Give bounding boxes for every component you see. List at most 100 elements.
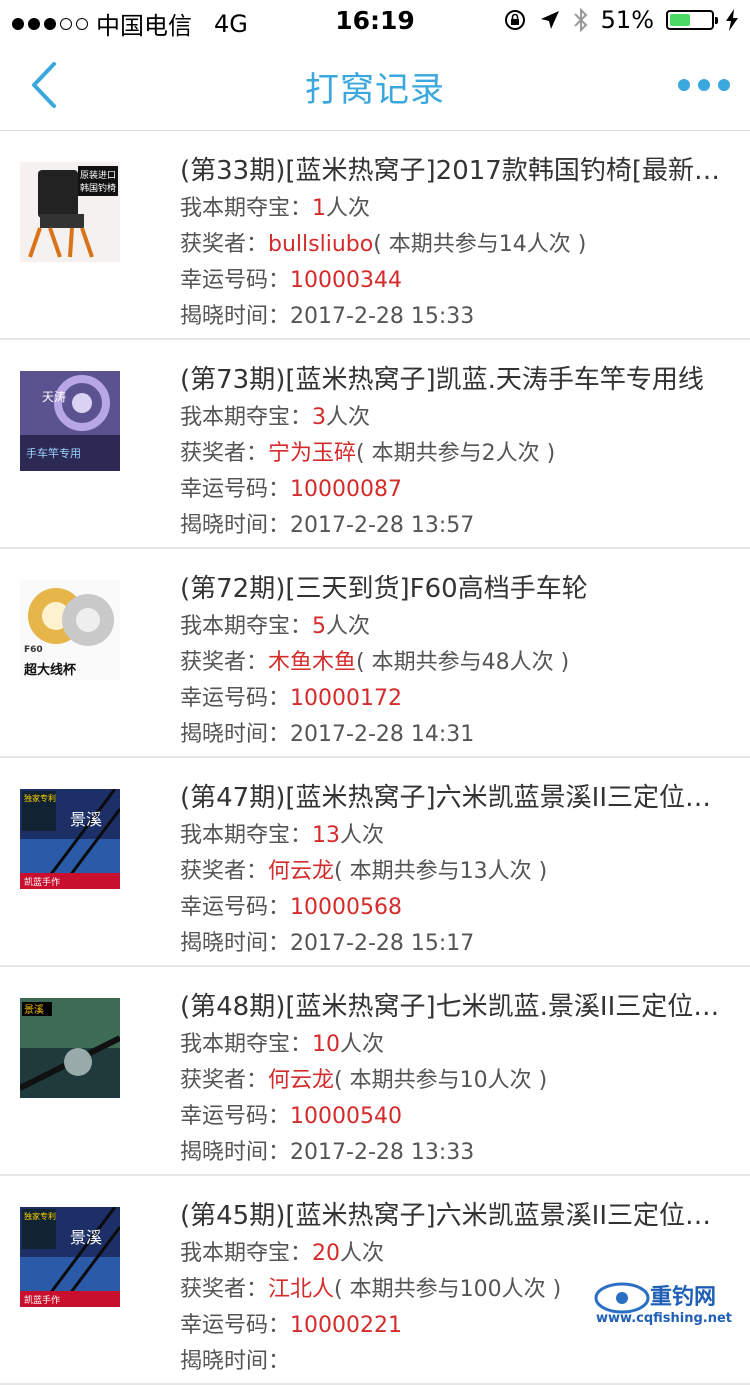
participation-label: 我本期夺宝： [180,196,313,221]
page-title: 打窝记录 [305,70,445,110]
participation-label: 我本期夺宝： [180,1032,313,1057]
product-thumbnail[interactable]: F60 超大线杯 [20,580,120,680]
participation-label: 我本期夺宝： [180,1241,313,1266]
participation-count: 5 [312,614,327,639]
winner-name[interactable]: 江北人 [268,1277,334,1302]
lucky-number: 10000172 [290,686,402,711]
list-item[interactable]: 独家专利 景溪 凯蓝手作 (第47期)[蓝米热窝子]六米凯蓝景溪II三定位手竿 … [0,758,750,967]
more-dots-icon [678,79,690,91]
thumb-text: 超大线杯 [24,662,77,678]
reveal-time: 2017-2-28 15:17 [290,931,475,956]
product-thumbnail[interactable]: 原装进口 韩国钓椅 [20,162,120,262]
bluetooth-icon [573,7,588,33]
product-thumbnail[interactable]: 独家专利 景溪 凯蓝手作 [20,789,120,889]
status-bar: 中国电信 4G 16:19 51% [0,0,750,40]
location-arrow-icon [540,11,559,29]
winner-name[interactable]: 何云龙 [268,1068,334,1093]
lucky-number: 10000221 [290,1313,402,1338]
participation-row: 我本期夺宝：1人次 [180,191,720,227]
reveal-time-row: 揭晓时间： [180,1344,720,1380]
lucky-number-row: 幸运号码：10000344 [180,263,720,299]
reveal-time: 2017-2-28 13:57 [290,513,475,538]
participation-row: 我本期夺宝：5人次 [180,609,720,645]
item-info: (第73期)[蓝米热窝子]凯蓝.天涛手车竿专用线 我本期夺宝：3人次 获奖者：宁… [180,360,720,544]
winner-label: 获奖者： [180,859,269,884]
lucky-number-row: 幸运号码：10000540 [180,1099,720,1135]
winner-name[interactable]: bullsliubo [268,232,373,257]
participation-unit: 人次 [326,614,371,639]
list-item[interactable]: 原装进口 韩国钓椅 (第33期)[蓝米热窝子]2017款韩国钓椅[最新款] 我本… [0,131,750,340]
item-info: (第47期)[蓝米热窝子]六米凯蓝景溪II三定位手竿 我本期夺宝：13人次 获奖… [180,778,720,962]
list-item[interactable]: 天涛 手车竿专用 (第73期)[蓝米热窝子]凯蓝.天涛手车竿专用线 我本期夺宝：… [0,340,750,549]
lucky-number-label: 幸运号码： [180,686,291,711]
thumb-text: 独家专利 [24,793,56,803]
item-title: (第73期)[蓝米热窝子]凯蓝.天涛手车竿专用线 [180,365,704,395]
winner-row: 获奖者：宁为玉碎( 本期共参与2人次 ) [180,436,720,472]
product-thumbnail[interactable]: 景溪 [20,998,120,1098]
watermark-logo-icon: 重钓网 www.cqfishing.net [594,1282,732,1326]
reveal-time-label: 揭晓时间： [180,722,291,747]
thumb-text: 凯蓝手作 [24,876,60,888]
watermark-name: 重钓网 [650,1284,716,1310]
winner-row: 获奖者：何云龙( 本期共参与13人次 ) [180,854,720,890]
item-title: (第33期)[蓝米热窝子]2017款韩国钓椅[最新款] [180,156,720,186]
list-item[interactable]: 景溪 (第48期)[蓝米热窝子]七米凯蓝.景溪II三定位手竿 我本期夺宝：10人… [0,967,750,1176]
winner-row: 获奖者：木鱼木鱼( 本期共参与48人次 ) [180,645,720,681]
participation-row: 我本期夺宝：13人次 [180,818,720,854]
lucky-number-label: 幸运号码： [180,1104,291,1129]
more-button[interactable] [678,70,730,100]
participation-unit: 人次 [326,196,371,221]
lucky-number: 10000344 [290,268,402,293]
winner-note: ( 本期共参与100人次 ) [334,1277,562,1302]
winner-note: ( 本期共参与2人次 ) [356,441,556,466]
orientation-lock-icon [504,10,525,30]
participation-label: 我本期夺宝： [180,405,313,430]
winner-label: 获奖者： [180,441,269,466]
winner-name[interactable]: 宁为玉碎 [268,441,356,466]
thumb-text: 景溪 [70,810,102,829]
participation-label: 我本期夺宝： [180,823,313,848]
thumb-text: 韩国钓椅 [80,182,116,194]
lucky-number-label: 幸运号码： [180,268,291,293]
watermark-url: www.cqfishing.net [596,1311,732,1326]
lucky-number-label: 幸运号码： [180,477,291,502]
thumb-text: F60 [24,645,43,655]
charging-bolt-icon [726,9,738,31]
thumb-text: 天涛 [42,389,66,404]
thumb-text: 景溪 [70,1228,102,1247]
item-title: (第72期)[三天到货]F60高档手车轮 [180,574,588,604]
lucky-number: 10000540 [290,1104,402,1129]
winner-name[interactable]: 木鱼木鱼 [268,650,356,675]
item-title: (第45期)[蓝米热窝子]六米凯蓝景溪II三定位手竿 [180,1201,720,1231]
battery-icon [666,10,718,30]
winner-note: ( 本期共参与48人次 ) [356,650,570,675]
product-thumbnail[interactable]: 独家专利 景溪 凯蓝手作 [20,1207,120,1307]
lucky-number-label: 幸运号码： [180,1313,291,1338]
thumb-text: 手车竿专用 [26,446,81,460]
item-info: (第33期)[蓝米热窝子]2017款韩国钓椅[最新款] 我本期夺宝：1人次 获奖… [180,151,720,335]
participation-unit: 人次 [340,823,385,848]
navigation-bar: 打窝记录 [0,40,750,131]
winner-name[interactable]: 何云龙 [268,859,334,884]
thumb-text: 凯蓝手作 [24,1294,60,1306]
winner-row: 获奖者：bullsliubo( 本期共参与14人次 ) [180,227,720,263]
reveal-time: 2017-2-28 13:33 [290,1140,475,1165]
list-item[interactable]: F60 超大线杯 (第72期)[三天到货]F60高档手车轮 我本期夺宝：5人次 … [0,549,750,758]
participation-row: 我本期夺宝：3人次 [180,400,720,436]
thumb-text: 独家专利 [24,1211,56,1221]
reveal-time-row: 揭晓时间：2017-2-28 13:57 [180,508,720,544]
participation-count: 13 [312,823,341,848]
winner-row: 获奖者：何云龙( 本期共参与10人次 ) [180,1063,720,1099]
lucky-number: 10000087 [290,477,402,502]
site-watermark: 重钓网 www.cqfishing.net [592,1276,742,1326]
reveal-time-row: 揭晓时间：2017-2-28 15:33 [180,299,720,335]
participation-count: 20 [312,1241,341,1266]
battery-percent: 51% [600,6,654,34]
participation-row: 我本期夺宝：20人次 [180,1236,720,1272]
participation-label: 我本期夺宝： [180,614,313,639]
winner-label: 获奖者： [180,1068,269,1093]
reveal-time-label: 揭晓时间： [180,1140,291,1165]
product-thumbnail[interactable]: 天涛 手车竿专用 [20,371,120,471]
winner-label: 获奖者： [180,232,269,257]
thumb-text: 景溪 [24,1004,44,1016]
